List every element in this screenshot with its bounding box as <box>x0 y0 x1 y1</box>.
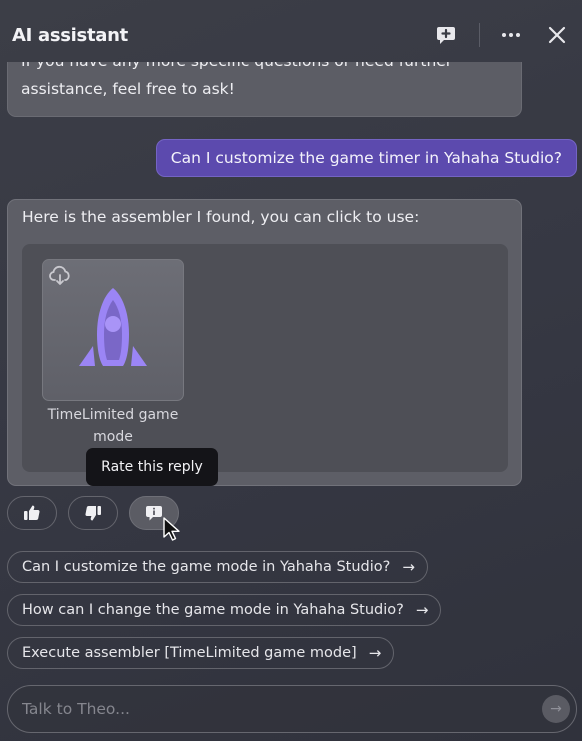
close-button[interactable] <box>544 22 570 48</box>
thumbs-up-button[interactable] <box>7 496 57 530</box>
close-icon <box>548 26 566 44</box>
assembler-card[interactable] <box>42 259 184 401</box>
thumbs-down-icon <box>85 506 101 521</box>
more-horizontal-icon <box>502 33 520 37</box>
message-line: If you have any more specific questions … <box>21 62 452 74</box>
message-line: assistance, feel free to ask! <box>21 80 235 98</box>
panel-title: AI assistant <box>12 24 128 46</box>
header-actions <box>433 22 570 48</box>
panel-header: AI assistant <box>0 0 582 70</box>
message-text: Here is the assembler I found, you can c… <box>22 208 420 226</box>
thumbs-up-icon <box>24 505 40 520</box>
assembler-name: TimeLimited game mode <box>47 407 179 445</box>
suggested-questions: Can I customize the game mode in Yahaha … <box>7 551 442 669</box>
feedback-icon <box>146 506 162 521</box>
rating-buttons <box>7 496 179 530</box>
suggestion-text: Execute assembler [TimeLimited game mode… <box>22 645 357 661</box>
send-button[interactable]: → <box>542 695 570 723</box>
send-arrow-icon: → <box>550 701 562 717</box>
chat-input[interactable] <box>22 700 542 718</box>
suggestion-chip[interactable]: Can I customize the game mode in Yahaha … <box>7 551 428 583</box>
more-button[interactable] <box>498 22 524 48</box>
chat-input-bar: → <box>7 685 577 733</box>
assembler-list: TimeLimited game mode <box>22 244 508 472</box>
assistant-message: If you have any more specific questions … <box>7 62 522 117</box>
assistant-message: Here is the assembler I found, you can c… <box>7 199 522 486</box>
suggestion-chip[interactable]: Execute assembler [TimeLimited game mode… <box>7 637 395 669</box>
user-message: Can I customize the game timer in Yahaha… <box>155 139 577 177</box>
suggestion-text: Can I customize the game mode in Yahaha … <box>22 559 391 575</box>
suggestion-text: How can I change the game mode in Yahaha… <box>22 602 404 618</box>
arrow-right-icon: → <box>415 601 429 619</box>
arrow-right-icon: → <box>368 644 382 662</box>
message-plus-icon <box>437 27 455 44</box>
cloud-download-icon <box>49 265 70 285</box>
thumbs-down-button[interactable] <box>68 496 118 530</box>
rocket-icon <box>79 288 147 366</box>
arrow-right-icon: → <box>402 558 415 576</box>
tooltip: Rate this reply <box>86 448 218 486</box>
suggestion-chip[interactable]: How can I change the game mode in Yahaha… <box>7 594 442 626</box>
mouse-cursor-icon <box>163 517 180 541</box>
header-divider <box>479 23 480 47</box>
new-chat-button[interactable] <box>433 22 459 48</box>
